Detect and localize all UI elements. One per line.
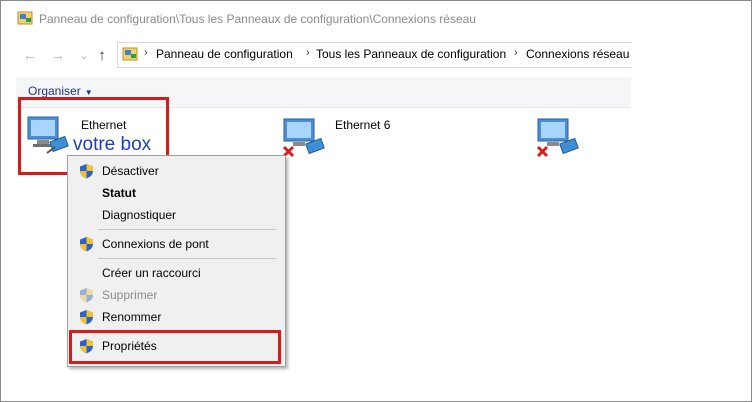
menu-item-status[interactable]: Statut <box>68 182 285 204</box>
menu-item-disable[interactable]: Désactiver <box>68 160 285 182</box>
breadcrumb-all-control-panel-items[interactable]: Tous les Panneaux de configuration <box>316 47 506 61</box>
explorer-window: Panneau de configuration\Tous les Pannea… <box>0 0 752 402</box>
breadcrumb-separator: › <box>144 47 148 59</box>
title-bar: Panneau de configuration\Tous les Pannea… <box>1 1 631 37</box>
menu-separator <box>98 229 276 230</box>
menu-item-label: Supprimer <box>102 288 158 302</box>
uac-shield-icon <box>80 288 93 303</box>
menu-item-diagnose[interactable]: Diagnostiquer <box>68 204 285 226</box>
menu-item-label: Créer un raccourci <box>102 266 201 280</box>
breadcrumb-network-connections[interactable]: Connexions réseau <box>526 47 629 61</box>
highlight-box <box>69 330 281 364</box>
network-adapter-disconnected-icon <box>536 118 579 158</box>
uac-shield-icon <box>80 164 93 179</box>
menu-item-delete: Supprimer <box>68 284 285 306</box>
recent-locations-chevron-icon[interactable]: ⌄ <box>75 47 93 65</box>
dropdown-caret-icon: ▼ <box>84 88 93 97</box>
organise-menu-button[interactable]: Organiser ▼ <box>28 84 93 98</box>
control-panel-icon <box>122 47 138 61</box>
up-arrow-icon[interactable]: ↑ <box>93 47 111 65</box>
back-arrow-icon[interactable]: ← <box>21 47 39 65</box>
uac-shield-icon <box>80 310 93 325</box>
forward-arrow-icon[interactable]: → <box>49 47 67 65</box>
menu-item-create-shortcut[interactable]: Créer un raccourci <box>68 262 285 284</box>
window-title: Panneau de configuration\Tous les Pannea… <box>39 12 476 26</box>
connection-name: Ethernet 6 <box>335 118 391 132</box>
breadcrumb-control-panel[interactable]: Panneau de configuration <box>156 47 293 61</box>
uac-shield-icon <box>80 237 93 252</box>
breadcrumb-separator: › <box>306 47 310 59</box>
menu-item-label: Statut <box>102 186 136 200</box>
menu-item-label: Renommer <box>102 310 162 324</box>
breadcrumb-separator: › <box>514 47 518 59</box>
menu-item-label: Désactiver <box>102 164 159 178</box>
menu-item-rename[interactable]: Renommer <box>68 306 285 328</box>
organise-label: Organiser <box>28 84 81 98</box>
network-adapter-disconnected-icon <box>282 118 325 158</box>
address-bar[interactable]: › Panneau de configuration › Tous les Pa… <box>117 42 632 68</box>
network-folder-icon <box>17 11 33 25</box>
menu-item-bridge-connections[interactable]: Connexions de pont <box>68 233 285 255</box>
menu-item-label: Connexions de pont <box>102 237 209 251</box>
menu-separator <box>98 258 276 259</box>
menu-item-label: Diagnostiquer <box>102 208 177 222</box>
